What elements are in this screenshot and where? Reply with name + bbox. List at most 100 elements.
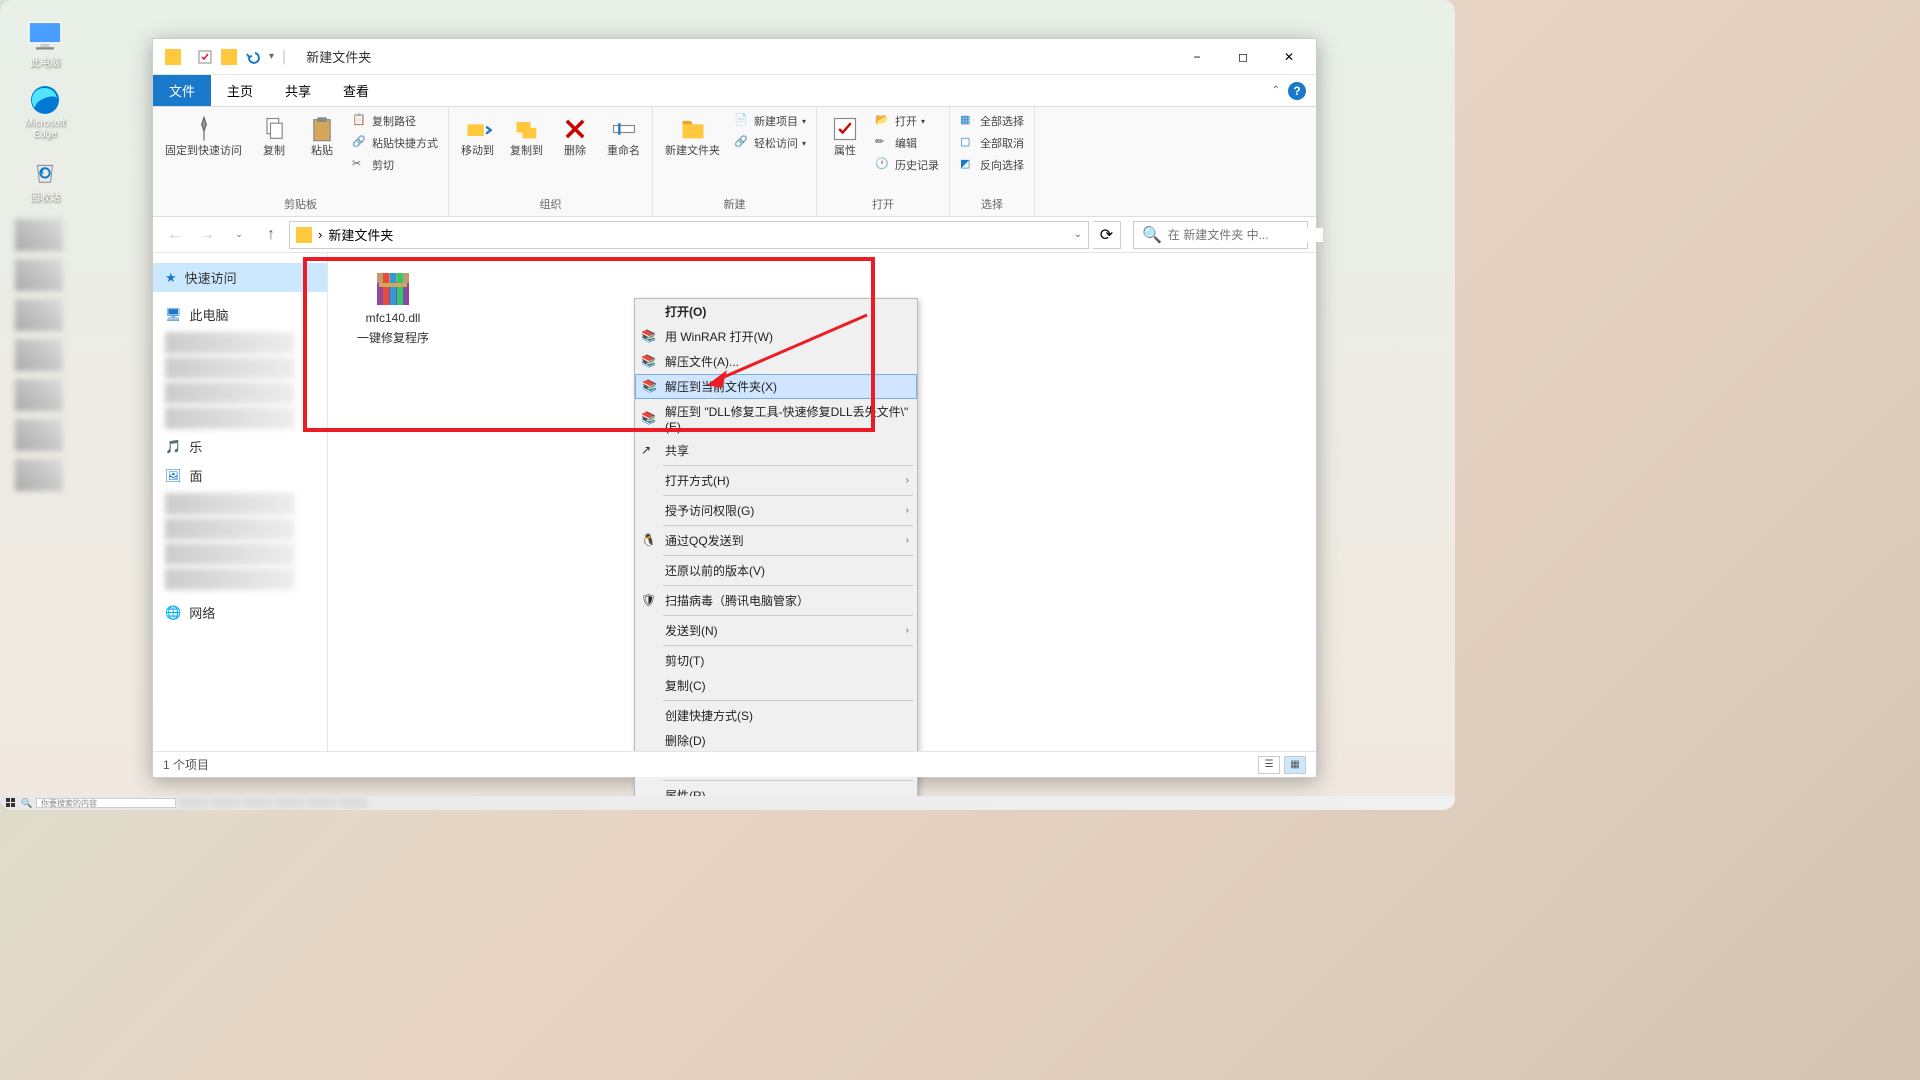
pin-quickaccess-button[interactable]: 固定到快速访问 <box>159 111 248 162</box>
ribbon: 固定到快速访问 复制 粘贴 📋复制路径 🔗粘贴快捷方式 ✂剪切 <box>153 107 1316 217</box>
breadcrumb[interactable]: › 新建文件夹 ⌄ <box>289 221 1089 249</box>
taskbar-app[interactable] <box>178 798 208 808</box>
paste-button[interactable]: 粘贴 <box>300 111 344 162</box>
properties-icon[interactable] <box>197 49 213 65</box>
nav-blurred <box>165 407 295 429</box>
search-icon[interactable]: 🔍 <box>20 798 34 808</box>
rename-button[interactable]: 重命名 <box>601 111 646 162</box>
nav-desktop[interactable]: 🖼 面 <box>153 461 327 490</box>
help-icon[interactable]: ? <box>1288 82 1306 100</box>
taskbar-app[interactable] <box>274 798 304 808</box>
taskbar-search[interactable]: 你要搜索的内容 <box>36 798 176 808</box>
up-button[interactable]: ↑ <box>257 221 285 249</box>
network-icon: 🌐 <box>165 605 181 621</box>
delete-button[interactable]: 删除 <box>553 111 597 162</box>
copy-button[interactable]: 复制 <box>252 111 296 162</box>
collapse-ribbon-icon[interactable]: ⌃ <box>1272 85 1280 96</box>
file-name: mfc140.dll <box>366 311 421 327</box>
ctx-grant-access[interactable]: 授予访问权限(G)› <box>635 498 917 523</box>
newitem-button[interactable]: 📄新建项目▾ <box>730 111 810 131</box>
icon-blurred <box>15 379 63 411</box>
properties-button[interactable]: 属性 <box>823 111 867 162</box>
nav-network[interactable]: 🌐 网络 <box>153 598 327 627</box>
copyto-button[interactable]: 复制到 <box>504 111 549 162</box>
open-button[interactable]: 📂打开▾ <box>871 111 943 131</box>
moveto-button[interactable]: 移动到 <box>455 111 500 162</box>
icon-blurred <box>15 259 63 291</box>
rar-icon <box>369 267 417 307</box>
selectall-button[interactable]: ▦全部选择 <box>956 111 1028 131</box>
tab-view[interactable]: 查看 <box>327 75 385 106</box>
easyaccess-button[interactable]: 🔗轻松访问▾ <box>730 133 810 153</box>
ctx-create-shortcut[interactable]: 创建快捷方式(S) <box>635 703 917 728</box>
star-icon: ★ <box>165 270 177 286</box>
icons-view-button[interactable]: ▦ <box>1284 756 1306 774</box>
desktop-icon-thispc[interactable]: 此电脑 <box>15 20 75 69</box>
ctx-extract-to[interactable]: 📚解压到 "DLL修复工具-快速修复DLL丢失文件\"(E) <box>635 399 917 438</box>
nav-blurred <box>165 382 295 404</box>
history-button[interactable]: 🕐历史记录 <box>871 155 943 175</box>
ctx-send-to[interactable]: 发送到(N)› <box>635 618 917 643</box>
icon-blurred <box>15 339 63 371</box>
menubar: 文件 主页 共享 查看 ⌃ ? <box>153 75 1316 107</box>
refresh-button[interactable]: ⟳ <box>1093 221 1121 249</box>
ctx-scan-virus[interactable]: 🛡扫描病毒（腾讯电脑管家） <box>635 588 917 613</box>
undo-icon[interactable] <box>245 49 261 65</box>
minimize-button[interactable]: − <box>1174 42 1220 72</box>
taskbar: 🔍 你要搜索的内容 <box>0 796 1455 810</box>
chevron-right-icon: › <box>906 535 909 546</box>
winrar-icon: 📚 <box>641 354 657 370</box>
tab-file[interactable]: 文件 <box>153 75 211 106</box>
start-button[interactable] <box>4 797 18 809</box>
back-button[interactable]: ← <box>161 221 189 249</box>
tab-home[interactable]: 主页 <box>211 75 269 106</box>
nav-music[interactable]: 🎵 乐 <box>153 432 327 461</box>
copypath-button[interactable]: 📋复制路径 <box>348 111 442 131</box>
desktop-icon-edge[interactable]: Microsoft Edge <box>15 84 75 140</box>
ctx-open[interactable]: 打开(O) <box>635 299 917 324</box>
selectnone-button[interactable]: ▢全部取消 <box>956 133 1028 153</box>
ctx-restore-prev[interactable]: 还原以前的版本(V) <box>635 558 917 583</box>
maximize-button[interactable]: ◻ <box>1220 42 1266 72</box>
ctx-winrar-open[interactable]: 📚用 WinRAR 打开(W) <box>635 324 917 349</box>
newfolder-button[interactable]: 新建文件夹 <box>659 111 726 162</box>
nav-quickaccess[interactable]: ★ 快速访问 <box>153 263 327 292</box>
content-area[interactable]: mfc140.dll 一键修复程序 打开(O) 📚用 WinRAR 打开(W) … <box>328 253 1316 751</box>
ctx-share[interactable]: ↗共享 <box>635 438 917 463</box>
winrar-icon: 📚 <box>642 379 658 395</box>
qat-dropdown-icon[interactable]: ▾ <box>269 51 274 62</box>
ctx-extract-files[interactable]: 📚解压文件(A)... <box>635 349 917 374</box>
taskbar-app[interactable] <box>306 798 336 808</box>
taskbar-app[interactable] <box>210 798 240 808</box>
breadcrumb-path[interactable]: 新建文件夹 <box>328 225 393 244</box>
invertselect-button[interactable]: ◩反向选择 <box>956 155 1028 175</box>
forward-button[interactable]: → <box>193 221 221 249</box>
paste-shortcut-button[interactable]: 🔗粘贴快捷方式 <box>348 133 442 153</box>
tab-share[interactable]: 共享 <box>269 75 327 106</box>
nav-pane: ★ 快速访问 🖥 此电脑 🎵 乐 🖼 面 <box>153 253 328 751</box>
recent-button[interactable]: ⌄ <box>225 221 253 249</box>
ctx-open-with[interactable]: 打开方式(H)› <box>635 468 917 493</box>
file-item-rar[interactable]: mfc140.dll 一键修复程序 <box>348 263 438 350</box>
newfolder-icon[interactable] <box>221 49 237 65</box>
desktop-icon-recycle[interactable]: 回收站 <box>15 155 75 204</box>
taskbar-app[interactable] <box>338 798 368 808</box>
taskbar-app[interactable] <box>242 798 272 808</box>
close-button[interactable]: ✕ <box>1266 42 1312 72</box>
edit-button[interactable]: ✏编辑 <box>871 133 943 153</box>
search-box[interactable]: 🔍 <box>1133 221 1308 249</box>
search-input[interactable] <box>1168 228 1323 242</box>
ctx-delete[interactable]: 删除(D) <box>635 728 917 753</box>
details-view-button[interactable]: ☰ <box>1258 756 1280 774</box>
ctx-extract-here[interactable]: 📚解压到当前文件夹(X) <box>635 374 917 399</box>
ctx-copy[interactable]: 复制(C) <box>635 673 917 698</box>
ctx-cut[interactable]: 剪切(T) <box>635 648 917 673</box>
pc-icon: 🖥 <box>165 307 182 323</box>
share-icon: ↗ <box>641 443 657 459</box>
chevron-right-icon: › <box>906 505 909 516</box>
ctx-qq-send[interactable]: 🐧通过QQ发送到› <box>635 528 917 553</box>
dropdown-icon[interactable]: ⌄ <box>1074 229 1082 240</box>
cut-button[interactable]: ✂剪切 <box>348 155 442 175</box>
context-menu: 打开(O) 📚用 WinRAR 打开(W) 📚解压文件(A)... 📚解压到当前… <box>634 298 918 809</box>
nav-thispc[interactable]: 🖥 此电脑 <box>153 300 327 329</box>
